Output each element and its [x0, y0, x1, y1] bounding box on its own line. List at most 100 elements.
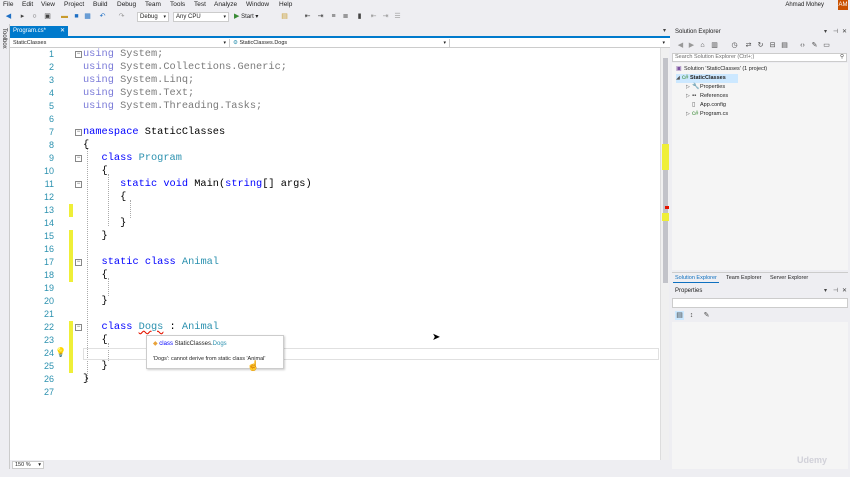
- start-button[interactable]: ▶ Start ▾: [234, 12, 258, 22]
- pending-changes-icon[interactable]: ◷: [730, 41, 739, 50]
- tab-team-explorer[interactable]: Team Explorer: [724, 274, 763, 282]
- platform-select[interactable]: Any CPU ▾: [173, 12, 229, 22]
- back-icon[interactable]: ◀: [4, 12, 13, 21]
- find-icon[interactable]: ▤: [280, 12, 289, 21]
- tab-dropdown-icon[interactable]: ▾: [663, 27, 666, 34]
- tab-program-cs[interactable]: Program.cs* ✕: [10, 26, 68, 36]
- user-name[interactable]: Ahmad Mohey: [785, 2, 824, 8]
- tree-item-program-cs[interactable]: ▷ c# Program.cs: [686, 110, 728, 119]
- close-icon[interactable]: ✕: [842, 28, 847, 35]
- toolbox-tab[interactable]: Toolbox: [1, 28, 7, 49]
- save-icon[interactable]: ■: [72, 12, 81, 21]
- tree-item-properties[interactable]: ▷ 🔧Properties: [686, 83, 725, 92]
- categorized-icon[interactable]: ▤: [675, 311, 684, 320]
- tree-item-label: App.config: [700, 102, 726, 108]
- home-icon[interactable]: ⌂: [698, 41, 707, 50]
- preview-icon[interactable]: ▭: [822, 41, 831, 50]
- tab-solution-explorer[interactable]: Solution Explorer: [673, 274, 719, 283]
- line-number: 2: [48, 62, 54, 72]
- menu-team[interactable]: Team: [145, 1, 161, 8]
- close-icon[interactable]: ✕: [60, 26, 65, 36]
- back-icon[interactable]: ◀: [676, 41, 685, 50]
- code-editor[interactable]: − − − − − − 💡 1 using System; 2 using Syst…: [10, 48, 660, 460]
- config-select[interactable]: Debug ▾: [137, 12, 169, 22]
- chevron-down-icon: ▾: [38, 462, 41, 468]
- menu-project[interactable]: Project: [64, 1, 84, 8]
- menu-file[interactable]: File: [3, 1, 13, 8]
- menu-test[interactable]: Test: [194, 1, 206, 8]
- properties-icon[interactable]: ✎: [810, 41, 819, 50]
- change-marker: [662, 144, 669, 170]
- view-code-icon[interactable]: ‹›: [798, 41, 807, 50]
- refresh-icon[interactable]: ↻: [756, 41, 765, 50]
- search-placeholder: Search Solution Explorer (Ctrl+;): [675, 54, 755, 60]
- line-number: 13: [43, 205, 54, 215]
- line-number: 14: [43, 218, 54, 228]
- tree-item-solution[interactable]: ▣ Solution 'StaticClasses' (1 project): [676, 65, 767, 74]
- menu-window[interactable]: Window: [246, 1, 269, 8]
- tab-server-explorer[interactable]: Server Explorer: [768, 274, 810, 282]
- uncomment-icon[interactable]: ≣: [341, 12, 350, 21]
- menu-build[interactable]: Build: [93, 1, 107, 8]
- bookmark-prev-icon[interactable]: ⇤: [303, 12, 312, 21]
- solution-explorer-search[interactable]: Search Solution Explorer (Ctrl+;) ⚲: [672, 53, 847, 62]
- tree-item-references[interactable]: ▷ ▪▪ References: [686, 92, 728, 101]
- code-line: 15 }: [10, 230, 660, 243]
- panel-dropdown-icon[interactable]: ▾: [824, 28, 827, 35]
- line-number: 6: [48, 114, 54, 124]
- code-line: 24: [10, 347, 660, 360]
- outdent-icon[interactable]: ⇤: [369, 12, 378, 21]
- type-nav-select[interactable]: ⚙ StaticClasses.Dogs ▾: [230, 39, 450, 47]
- zoom-select[interactable]: 150 % ▾: [12, 461, 44, 469]
- config-file-icon: ▯: [692, 102, 696, 108]
- pin-icon[interactable]: ⊣: [833, 28, 838, 35]
- properties-title: Properties: [675, 288, 703, 294]
- tree-item-app-config[interactable]: ▯ App.config: [692, 101, 726, 110]
- refresh-icon[interactable]: ○: [30, 12, 39, 21]
- menu-help[interactable]: Help: [279, 1, 292, 8]
- show-all-files-icon[interactable]: ▤: [780, 41, 789, 50]
- start-label: Start: [241, 14, 254, 20]
- properties-object-select[interactable]: [672, 298, 848, 308]
- pin-icon[interactable]: ⊣: [833, 287, 838, 294]
- tree-item-project[interactable]: ◢ c# StaticClasses: [676, 74, 738, 83]
- panel-dropdown-icon[interactable]: ▾: [824, 287, 827, 294]
- bookmark-next-icon[interactable]: ⇥: [316, 12, 325, 21]
- forward-icon[interactable]: ▸: [18, 12, 27, 21]
- comment-icon[interactable]: ≡: [329, 12, 338, 21]
- menu-view[interactable]: View: [41, 1, 55, 8]
- save-all-icon[interactable]: ▦: [83, 12, 92, 21]
- avatar[interactable]: AM: [838, 0, 848, 10]
- menu-tools[interactable]: Tools: [170, 1, 185, 8]
- format-icon[interactable]: ☰: [393, 12, 402, 21]
- code-text: using System;: [83, 48, 164, 60]
- line-number: 4: [48, 88, 54, 98]
- properties-toolbar: ▤ ↕ ✎: [672, 309, 848, 321]
- menu-analyze[interactable]: Analyze: [214, 1, 237, 8]
- undo-icon[interactable]: ↶: [98, 12, 107, 21]
- project-nav-select[interactable]: StaticClasses ▾: [10, 39, 230, 47]
- sync-icon[interactable]: ⇄: [744, 41, 753, 50]
- bookmark-icon[interactable]: ▮: [355, 12, 364, 21]
- vertical-scrollbar[interactable]: [660, 48, 669, 460]
- code-line: 10 {: [10, 165, 660, 178]
- indent-icon[interactable]: ⇥: [381, 12, 390, 21]
- search-icon[interactable]: ⚲: [840, 54, 844, 61]
- scroll-thumb[interactable]: [663, 58, 668, 283]
- close-icon[interactable]: ✕: [842, 287, 847, 294]
- collapse-all-icon[interactable]: ⊟: [768, 41, 777, 50]
- menu-edit[interactable]: Edit: [22, 1, 33, 8]
- redo-icon[interactable]: ↷: [117, 12, 126, 21]
- forward-icon[interactable]: ▶: [687, 41, 696, 50]
- alphabetical-icon[interactable]: ↕: [687, 311, 696, 320]
- member-nav-select[interactable]: ▾: [450, 39, 668, 47]
- menu-debug[interactable]: Debug: [117, 1, 136, 8]
- csharp-file-icon: c#: [692, 111, 699, 117]
- toolbox-strip: [0, 24, 10, 469]
- code-line: 23 {: [10, 334, 660, 347]
- tooltip-signature: ◆ class StaticClasses.Dogs: [153, 340, 227, 347]
- open-folder-icon[interactable]: ▬: [60, 12, 69, 21]
- new-project-icon[interactable]: ▣: [43, 12, 52, 21]
- switch-view-icon[interactable]: ▥: [710, 41, 719, 50]
- property-pages-icon[interactable]: ✎: [702, 311, 711, 320]
